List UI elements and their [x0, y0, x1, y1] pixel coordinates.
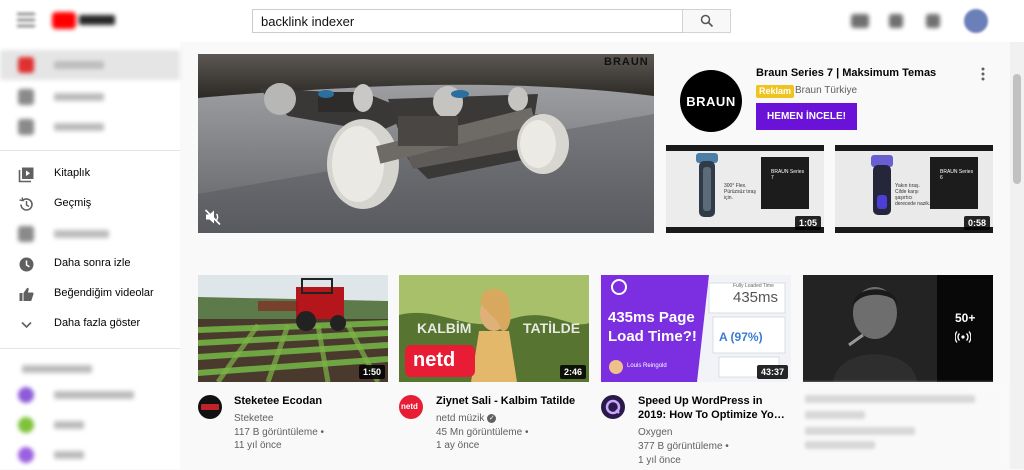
channel-name[interactable]: netd müzik	[436, 413, 484, 424]
youtube-logo[interactable]	[52, 12, 118, 30]
sidebar-item-trending[interactable]	[0, 82, 180, 112]
thumb-overlay-left: KALBİM	[417, 320, 472, 336]
history-icon	[19, 197, 33, 211]
playlist-broadcast-icon	[955, 331, 971, 343]
ad-channel[interactable]: Braun Türkiye	[795, 85, 857, 96]
video-thumbnail[interactable]: 435ms Page Load Time?! Fully Loaded Time…	[601, 275, 791, 382]
upload-age: 11 yıl önce	[234, 440, 282, 451]
video-title[interactable]: Ziynet Sali - Kalbim Tatilde	[436, 394, 586, 408]
skateboard-video-frame	[198, 54, 654, 233]
notifications-icon[interactable]	[926, 14, 940, 28]
library-icon	[18, 167, 34, 183]
muted-icon[interactable]	[204, 208, 222, 226]
playlist-count: 50+	[955, 311, 976, 325]
video-title[interactable]: Steketee Ecodan	[234, 394, 384, 408]
sidebar-item-label: Beğendiğim videolar	[54, 287, 154, 299]
video-duration: 1:50	[358, 365, 385, 379]
sidebar-item-label: Geçmiş	[54, 197, 92, 209]
upload-age: 1 ay önce	[436, 440, 480, 451]
singer-thumbnail-image	[803, 275, 993, 382]
thumb-grade: A (97%)	[719, 330, 763, 344]
sidebar-item-label: Daha sonra izle	[54, 257, 131, 269]
top-bar: backlink indexer	[0, 0, 1024, 42]
sidebar-subscription-item[interactable]	[0, 380, 180, 410]
sidebar-subscription-item[interactable]	[0, 410, 180, 440]
search-icon	[700, 14, 713, 28]
sidebar-subscription-item[interactable]	[0, 440, 180, 470]
braun-logo[interactable]: BRAUN	[680, 70, 742, 132]
video-duration: 0:58	[963, 216, 990, 230]
blurred-video-info	[797, 383, 1007, 467]
menu-icon[interactable]	[17, 13, 35, 27]
sidebar-item-history[interactable]: Geçmiş	[0, 189, 180, 219]
thumb-author: Louis Reingold	[627, 363, 667, 369]
sidebar: Kitaplık Geçmiş Daha sonra izle Beğendiğ…	[0, 42, 180, 469]
video-title[interactable]: Speed Up WordPress in 2019: How To Optim…	[638, 394, 788, 422]
create-video-icon[interactable]	[851, 14, 869, 28]
video-thumbnail[interactable]: KALBİM TATİLDE netd 2:46	[399, 275, 589, 382]
steketee-logo-icon	[201, 404, 219, 410]
oxygen-logo-icon	[605, 399, 621, 415]
account-avatar[interactable]	[964, 9, 988, 33]
sidebar-item-your-videos[interactable]	[0, 219, 180, 249]
ad-thumb-brand: BRAUN Series 6	[940, 169, 974, 181]
chevron-down-icon	[21, 321, 32, 329]
scrollbar-thumb[interactable]	[1013, 74, 1021, 184]
ad-thumb-brand: BRAUN Series 7	[771, 169, 805, 181]
view-count: 117 B görüntüleme •	[234, 427, 325, 438]
verified-icon: ✓	[487, 413, 497, 423]
playlist-thumbnail[interactable]: 50+	[803, 275, 993, 382]
sidebar-item-watch-later[interactable]: Daha sonra izle	[0, 249, 180, 279]
ad-thumb-caption: 300° Flex. Pürüzsüz tıraş için.	[724, 183, 756, 201]
thumb-overlay-right: TATİLDE	[523, 320, 581, 336]
netd-avatar-text: netd	[401, 402, 418, 411]
view-count: 377 B görüntüleme •	[638, 441, 729, 452]
thumbs-up-icon	[19, 287, 34, 301]
netd-thumb-logo: netd	[413, 349, 456, 371]
ad-cta-button[interactable]: HEMEN İNCELE!	[756, 103, 857, 130]
view-count: 45 Mn görüntüleme •	[436, 427, 529, 438]
ad-video-player[interactable]	[198, 54, 654, 233]
thumb-stat: 435ms	[733, 289, 779, 306]
apps-icon[interactable]	[889, 14, 903, 28]
ad-title[interactable]: Braun Series 7 | Maksimum Temas	[756, 67, 936, 79]
braun-watermark: BRAUN	[604, 56, 649, 68]
channel-name-row[interactable]: netd müzik ✓	[436, 412, 497, 426]
channel-name[interactable]: Steketee	[234, 412, 273, 426]
video-duration: 43:37	[756, 365, 788, 379]
ad-thumbnail[interactable]: BRAUN Series 6 Yakın tıraş. Cilde karşı …	[835, 145, 993, 233]
more-options-icon[interactable]	[980, 66, 986, 82]
channel-avatar[interactable]	[601, 395, 625, 419]
upload-age: 1 yıl önce	[638, 455, 681, 466]
search-button[interactable]	[682, 9, 731, 33]
channel-avatar[interactable]: netd	[399, 395, 423, 419]
sidebar-item-label: Kitaplık	[54, 167, 91, 179]
ad-badge: Reklam	[756, 85, 795, 98]
sidebar-item-label: Daha fazla göster	[54, 317, 141, 329]
ad-thumbnail[interactable]: BRAUN Series 7 300° Flex. Pürüzsüz tıraş…	[666, 145, 824, 233]
channel-name[interactable]: Oxygen	[638, 426, 672, 440]
sidebar-item-show-more[interactable]: Daha fazla göster	[0, 309, 180, 339]
channel-avatar[interactable]	[198, 395, 222, 419]
sidebar-item-subscriptions[interactable]	[0, 112, 180, 142]
watch-later-icon	[19, 257, 34, 272]
page-scrollbar[interactable]	[1010, 42, 1024, 469]
sidebar-divider	[0, 150, 180, 151]
video-duration: 2:46	[559, 365, 586, 379]
sidebar-item-home[interactable]	[0, 50, 180, 80]
thumb-headline: 435ms Page Load Time?!	[608, 309, 697, 345]
video-thumbnail[interactable]: 1:50	[198, 275, 388, 382]
sidebar-divider	[0, 348, 180, 349]
search-input[interactable]: backlink indexer	[252, 9, 683, 33]
sidebar-item-library[interactable]: Kitaplık	[0, 159, 180, 189]
sidebar-item-liked-videos[interactable]: Beğendiğim videolar	[0, 279, 180, 309]
video-duration: 1:05	[794, 216, 821, 230]
ad-thumb-caption: Yakın tıraş. Cilde karşı şaşırtıcı derec…	[895, 183, 931, 207]
